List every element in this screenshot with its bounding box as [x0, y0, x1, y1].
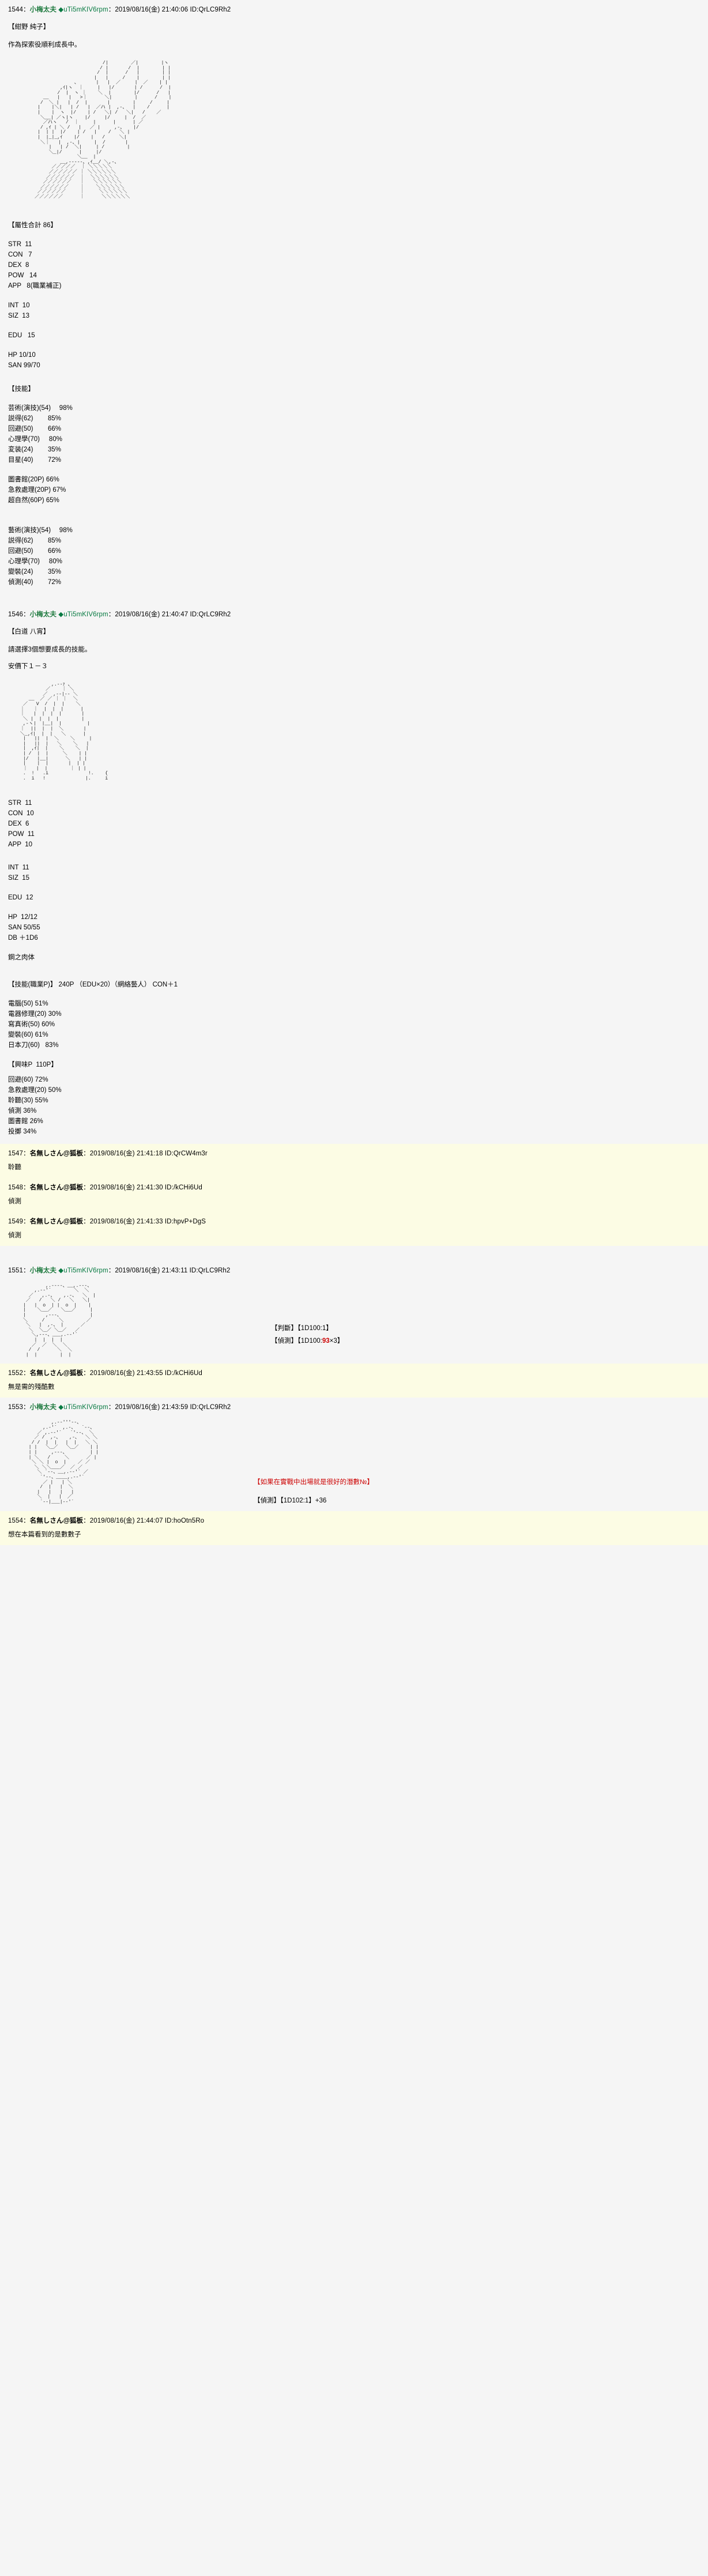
post-author-name[interactable]: 名無しさん@狐板 [30, 1150, 84, 1157]
job-skill-list: 電腦(50) 51% 電器修理(20) 30% 寫真術(50) 60% 變裝(6… [8, 1000, 62, 1049]
post-id: ID:/kCHi6Ud [164, 1370, 202, 1377]
attr-list-3: EDU 12 [8, 894, 33, 901]
attribute-total-header: 【屬性合計 86】 [8, 221, 57, 229]
ascii-art-3: ,.-‐‐-、__,.-‐-、 ,.-‐'´ ＼ ＼ ／ ,.-、 ,.-、 ＼… [22, 1283, 96, 1358]
post-1546: 1546：小梅太夫 ◆uTi5mKIV6rpm：2019/08/16(金) 21… [0, 605, 708, 1144]
post-line1: 請選擇3個想要成長的技能。 [8, 646, 92, 653]
post-author-name[interactable]: 小梅太夫 [30, 1404, 57, 1411]
attr-list-1: STR 11 CON 7 DEX 8 POW 14 APP 8(職業補正) [8, 240, 62, 289]
post-header: 1546：小梅太夫 ◆uTi5mKIV6rpm：2019/08/16(金) 21… [8, 611, 231, 618]
dice-note: 【如果在實戰中出場就是很好的潛數№】 [254, 1479, 374, 1486]
post-1548: 1548：名無しさん@狐板：2019/08/16(金) 21:41:30 ID:… [0, 1177, 708, 1212]
post-number[interactable]: 1547 [8, 1150, 23, 1157]
attr-list-4: HP 12/12 SAN 50/55 DB ＋1D6 [8, 913, 40, 941]
post-1553: 1553：小梅太夫 ◆uTi5mKIV6rpm：2019/08/16(金) 21… [0, 1398, 708, 1511]
post-id: ID:QrCW4m3r [164, 1150, 208, 1157]
skill-list-c: 藝術(演技)(54) 98% 説得(62) 85% 回避(50) 66% 心理學… [8, 526, 73, 586]
post-number[interactable]: 1554 [8, 1517, 23, 1524]
post-author-name[interactable]: 名無しさん@狐板 [30, 1517, 84, 1524]
hobby-skill-list: 回避(60) 72% 急救處理(20) 50% 聆聽(30) 55% 偵測 36… [8, 1076, 62, 1135]
post-number[interactable]: 1544 [8, 6, 23, 13]
skill-list-a: 芸術(演技)(54) 98% 説得(62) 85% 回避(50) 66% 心理學… [8, 404, 73, 464]
ascii-art-2: ,.-‐ｧ 、 ／ ｜ ＼ ／ ,-‐|‐- ＼ __ ／ ／ ｜ ｜ ＼ ／ … [20, 681, 108, 781]
post-author-name[interactable]: 小梅太夫 [30, 1267, 57, 1274]
post-header: 1554：名無しさん@狐板：2019/08/16(金) 21:44:07 ID:… [8, 1517, 205, 1524]
post-header: 1552：名無しさん@狐板：2019/08/16(金) 21:43:55 ID:… [8, 1370, 202, 1377]
post-author-name[interactable]: 名無しさん@狐板 [30, 1184, 84, 1191]
post-number[interactable]: 1551 [8, 1267, 23, 1274]
post-body: 無是需的殘酷數 [8, 1384, 55, 1391]
post-number[interactable]: 1546 [8, 611, 23, 618]
post-body: 聆聽 [8, 1163, 21, 1171]
post-1547: 1547：名無しさん@狐板：2019/08/16(金) 21:41:18 ID:… [0, 1143, 708, 1178]
dice-roll-judgement: 【判斷】【1D100:1】 [271, 1324, 333, 1332]
post-date: 2019/08/16(金) 21:41:30 [89, 1184, 163, 1191]
aa-with-dice-1: ,.-‐‐-、__,.-‐-、 ,.-‐'´ ＼ ＼ ／ ,.-、 ,.-、 ＼… [0, 1278, 708, 1364]
post-header: 1551：小梅太夫 ◆uTi5mKIV6rpm：2019/08/16(金) 21… [8, 1267, 231, 1274]
post-id: ID:/kCHi6Ud [164, 1184, 202, 1191]
post-id: ID:QrLC9Rh2 [190, 611, 231, 618]
dice-roll-detect: 【偵測】【1D100:93×3】 [271, 1337, 344, 1345]
attr-list-1: STR 11 CON 10 DEX 6 POW 11 APP 10 [8, 799, 35, 848]
post-id: ID:QrLC9Rh2 [190, 1404, 231, 1411]
post-date: 2019/08/16(金) 21:41:18 [89, 1150, 163, 1157]
thread-page: 1544：小梅太夫 ◆uTi5mKIV6rpm：2019/08/16(金) 21… [0, 0, 708, 1545]
ascii-art-4: ,.-‐'''‐-、 ,.-'´ ,.-、 `‐-、 ／ ,.-‐'´ `'‐-… [28, 1420, 99, 1505]
skill-list-b: 圖書館(20P) 66% 急救處理(20P) 67% 超自然(60P) 65% [8, 476, 66, 504]
post-header: 1547：名無しさん@狐板：2019/08/16(金) 21:41:18 ID:… [8, 1150, 208, 1157]
attr-list-2: INT 10 SIZ 13 [8, 302, 30, 319]
post-id: ID:hpvP+DgS [164, 1218, 206, 1225]
post-line1: 作為探索役順利成長中。 [8, 42, 81, 48]
post-date: 2019/08/16(金) 21:40:06 [115, 6, 189, 13]
post-id: ID:QrLC9Rh2 [189, 1267, 231, 1274]
post-date: 2019/08/16(金) 21:43:11 [115, 1267, 188, 1274]
skill-header: 【技能】 [8, 385, 35, 393]
post-tripcode: ◆uTi5mKIV6rpm [58, 611, 108, 618]
post-tripcode: ◆uTi5mKIV6rpm [58, 1404, 108, 1411]
post-author-name[interactable]: 小梅太夫 [30, 611, 57, 618]
hobby-skill-header: 【興味P 110P】 [8, 1061, 58, 1068]
post-1552: 1552：名無しさん@狐板：2019/08/16(金) 21:43:55 ID:… [0, 1364, 708, 1398]
post-title: 【紺野 純子】 [8, 24, 50, 31]
post-number[interactable]: 1553 [8, 1404, 23, 1411]
post-header: 1548：名無しさん@狐板：2019/08/16(金) 21:41:30 ID:… [8, 1184, 202, 1191]
post-date: 2019/08/16(金) 21:41:33 [89, 1218, 163, 1225]
post-number[interactable]: 1549 [8, 1218, 23, 1225]
attr-list-3: EDU 15 [8, 332, 35, 339]
post-1551: 1551：小梅太夫 ◆uTi5mKIV6rpm：2019/08/16(金) 21… [0, 1261, 708, 1364]
post-line2: 安價下１－３ [8, 662, 48, 670]
post-author-name[interactable]: 小梅太夫 [30, 6, 57, 13]
post-1554: 1554：名無しさん@狐板：2019/08/16(金) 21:44:07 ID:… [0, 1511, 708, 1545]
ascii-art-1: /| ／| |ヽ / | / | | | / | / | | | | | / |… [35, 61, 172, 200]
post-date: 2019/08/16(金) 21:40:47 [115, 611, 189, 618]
post-header: 1544：小梅太夫 ◆uTi5mKIV6rpm：2019/08/16(金) 21… [8, 6, 231, 13]
job-skill-header: 【技能(職業P)】 240P （EDU×20）（網絡藝人） CON＋1 [8, 981, 178, 988]
post-number[interactable]: 1552 [8, 1370, 23, 1377]
post-title: 【白道 八宵】 [8, 628, 50, 635]
post-id: ID:hoOtn5Ro [164, 1517, 205, 1524]
post-body: 偵測 [8, 1197, 21, 1205]
post-tripcode: ◆uTi5mKIV6rpm [58, 6, 108, 13]
post-author-name[interactable]: 名無しさん@狐板 [30, 1218, 84, 1225]
aa-with-dice-2: ,.-‐'''‐-、 ,.-'´ ,.-、 `‐-、 ／ ,.-‐'´ `'‐-… [0, 1415, 708, 1511]
post-author-name[interactable]: 名無しさん@狐板 [30, 1370, 84, 1377]
post-date: 2019/08/16(金) 21:43:59 [115, 1404, 189, 1411]
attr-list-4: HP 10/10 SAN 99/70 [8, 351, 40, 369]
attr-list-2: INT 11 SIZ 15 [8, 864, 30, 882]
post-date: 2019/08/16(金) 21:44:07 [89, 1517, 163, 1524]
post-id: ID:QrLC9Rh2 [190, 6, 231, 13]
post-body: 想在本篇看到的是數數子 [8, 1531, 81, 1538]
post-header: 1549：名無しさん@狐板：2019/08/16(金) 21:41:33 ID:… [8, 1218, 206, 1225]
post-1544: 1544：小梅太夫 ◆uTi5mKIV6rpm：2019/08/16(金) 21… [0, 0, 708, 605]
post-body: 偵測 [8, 1231, 21, 1239]
trait-line: 鋼之肉体 [8, 954, 35, 961]
post-date: 2019/08/16(金) 21:43:55 [89, 1370, 163, 1377]
post-header: 1553：小梅太夫 ◆uTi5mKIV6rpm：2019/08/16(金) 21… [8, 1404, 231, 1411]
dice-roll-detect-2: 【偵測】【1D102:1】+36 [254, 1497, 327, 1505]
post-number[interactable]: 1548 [8, 1184, 23, 1191]
post-1549: 1549：名無しさん@狐板：2019/08/16(金) 21:41:33 ID:… [0, 1211, 708, 1246]
post-tripcode: ◆uTi5mKIV6rpm [58, 1267, 108, 1274]
